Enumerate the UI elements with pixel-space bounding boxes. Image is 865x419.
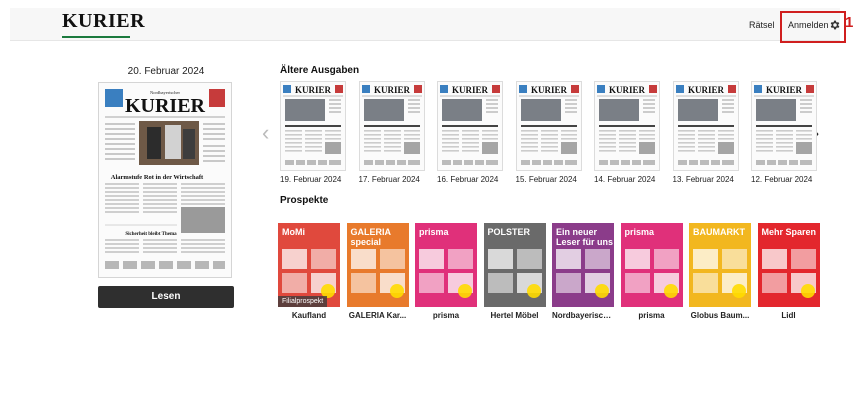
older-issue-masthead: KURIER bbox=[295, 85, 332, 95]
prospekt-cover-text: MoMi bbox=[282, 227, 305, 237]
prospekt-item[interactable]: POLSTER Hertel Möbel bbox=[483, 223, 546, 320]
prospekte-title: Prospekte bbox=[280, 195, 329, 206]
older-issues-title: Ältere Ausgaben bbox=[280, 65, 360, 76]
older-issue-item[interactable]: KURIER 14. Februar 2024 bbox=[594, 81, 660, 184]
prospekt-cover[interactable]: MoMi Filialprospekt bbox=[278, 223, 340, 307]
older-issue-cover[interactable]: KURIER bbox=[672, 81, 739, 171]
older-issue-masthead: KURIER bbox=[609, 85, 646, 95]
prospekt-cover-text: BAUMARKT bbox=[693, 227, 745, 237]
older-issue-masthead: KURIER bbox=[452, 85, 489, 95]
older-issue-item[interactable]: KURIER 19. Februar 2024 bbox=[280, 81, 346, 184]
older-issue-cover-art: KURIER bbox=[440, 85, 500, 165]
older-issue-cover[interactable]: KURIER bbox=[515, 81, 582, 171]
older-issue-cover-art: KURIER bbox=[754, 85, 814, 165]
older-issue-item[interactable]: KURIER 12. Februar 2024 bbox=[751, 81, 817, 184]
prospekt-cover[interactable]: prisma bbox=[415, 223, 477, 307]
prospekt-cover[interactable]: prisma bbox=[620, 223, 683, 307]
top-bar: KURIER Rätsel Anmelden bbox=[10, 8, 846, 43]
cover-masthead: KURIER bbox=[125, 95, 206, 117]
prospekt-cover[interactable]: POLSTER bbox=[483, 223, 546, 307]
current-issue-date: 20. Februar 2024 bbox=[127, 66, 205, 77]
prospekt-cover-text: POLSTER bbox=[487, 227, 531, 237]
prospekt-cover[interactable]: Ein neuer Leser für uns bbox=[552, 223, 614, 307]
current-issue-cover-art: Nordbayerischer KURIER Alarmstufe Rot in… bbox=[99, 83, 231, 277]
prospekt-cover[interactable]: BAUMARKT bbox=[689, 223, 751, 307]
older-issue-date: 13. Februar 2024 bbox=[672, 175, 734, 184]
kurier-logo[interactable]: KURIER bbox=[62, 10, 145, 33]
annotation-highlight-box bbox=[780, 11, 846, 43]
prospekt-name: Hertel Möbel bbox=[490, 311, 539, 320]
prospekt-name: Nordbayerisch... bbox=[552, 311, 614, 320]
prospekt-item[interactable]: prisma prisma bbox=[620, 223, 683, 320]
prospekt-name: prisma bbox=[432, 311, 460, 320]
prospekt-cover[interactable]: GALERIA special bbox=[346, 223, 409, 307]
older-issue-date: 15. Februar 2024 bbox=[515, 175, 577, 184]
older-issue-cover-art: KURIER bbox=[675, 85, 736, 165]
prospekt-name: prisma bbox=[638, 311, 665, 320]
older-issue-cover-art: KURIER bbox=[283, 85, 343, 165]
older-issue-cover[interactable]: KURIER bbox=[358, 81, 425, 171]
prospekt-item[interactable]: Mehr Sparen Lidl bbox=[757, 223, 820, 320]
cover-headline: Alarmstufe Rot in der Wirtschaft bbox=[111, 174, 204, 181]
older-issue-item[interactable]: KURIER 16. Februar 2024 bbox=[437, 81, 503, 184]
prospekt-cover-text: GALERIA special bbox=[350, 227, 391, 247]
prospekt-item[interactable]: prisma prisma bbox=[415, 223, 477, 320]
older-issue-date: 16. Februar 2024 bbox=[437, 175, 499, 184]
read-button[interactable]: Lesen bbox=[98, 286, 234, 308]
older-issue-masthead: KURIER bbox=[687, 85, 724, 95]
chevron-left-icon[interactable]: ‹ bbox=[262, 120, 269, 146]
older-issue-cover-art: KURIER bbox=[361, 85, 422, 165]
older-issue-masthead: KURIER bbox=[373, 85, 410, 95]
nav-raetsel-link[interactable]: Rätsel bbox=[749, 20, 775, 30]
older-issue-item[interactable]: KURIER 15. Februar 2024 bbox=[515, 81, 582, 184]
prospekt-name: GALERIA Kar... bbox=[348, 311, 407, 320]
older-issue-cover[interactable]: KURIER bbox=[437, 81, 503, 171]
older-issue-cover-art: KURIER bbox=[597, 85, 657, 165]
older-issue-date: 17. Februar 2024 bbox=[358, 175, 420, 184]
older-issue-item[interactable]: KURIER 13. Februar 2024 bbox=[672, 81, 739, 184]
older-issue-date: 12. Februar 2024 bbox=[751, 175, 813, 184]
annotation-number: 1 bbox=[845, 14, 854, 31]
prospekt-cover-text: Mehr Sparen bbox=[761, 227, 817, 237]
older-issue-cover[interactable]: KURIER bbox=[594, 81, 660, 171]
prospekt-cover-text: prisma bbox=[419, 227, 449, 237]
prospekt-item[interactable]: Ein neuer Leser für uns Nordbayerisch... bbox=[552, 223, 614, 320]
prospekt-name: Lidl bbox=[781, 311, 796, 320]
prospekt-item[interactable]: GALERIA special GALERIA Kar... bbox=[346, 223, 409, 320]
older-issue-date: 14. Februar 2024 bbox=[594, 175, 656, 184]
prospekt-name: Globus Baum... bbox=[690, 311, 750, 320]
prospekt-cover-text: Ein neuer Leser für uns bbox=[556, 227, 614, 247]
logo-underline bbox=[62, 36, 130, 38]
older-issue-masthead: KURIER bbox=[766, 85, 803, 95]
older-issue-cover[interactable]: KURIER bbox=[280, 81, 346, 171]
cover-subheadline: Sicherheit bleibt Thema bbox=[125, 232, 177, 237]
older-issue-masthead: KURIER bbox=[530, 85, 567, 95]
prospekt-name: Kaufland bbox=[291, 311, 327, 320]
older-issue-cover[interactable]: KURIER bbox=[751, 81, 817, 171]
prospekt-cover-text: prisma bbox=[624, 227, 655, 237]
prospekt-cover[interactable]: Mehr Sparen bbox=[757, 223, 820, 307]
current-issue-cover[interactable]: Nordbayerischer KURIER Alarmstufe Rot in… bbox=[98, 82, 232, 278]
prospekt-item[interactable]: BAUMARKT Globus Baum... bbox=[689, 223, 751, 320]
older-issue-cover-art: KURIER bbox=[518, 85, 579, 165]
older-issue-item[interactable]: KURIER 17. Februar 2024 bbox=[358, 81, 425, 184]
prospekt-tag: Filialprospekt bbox=[278, 296, 328, 307]
older-issue-date: 19. Februar 2024 bbox=[280, 175, 342, 184]
prospekt-item[interactable]: MoMi Filialprospekt Kaufland bbox=[278, 223, 340, 320]
